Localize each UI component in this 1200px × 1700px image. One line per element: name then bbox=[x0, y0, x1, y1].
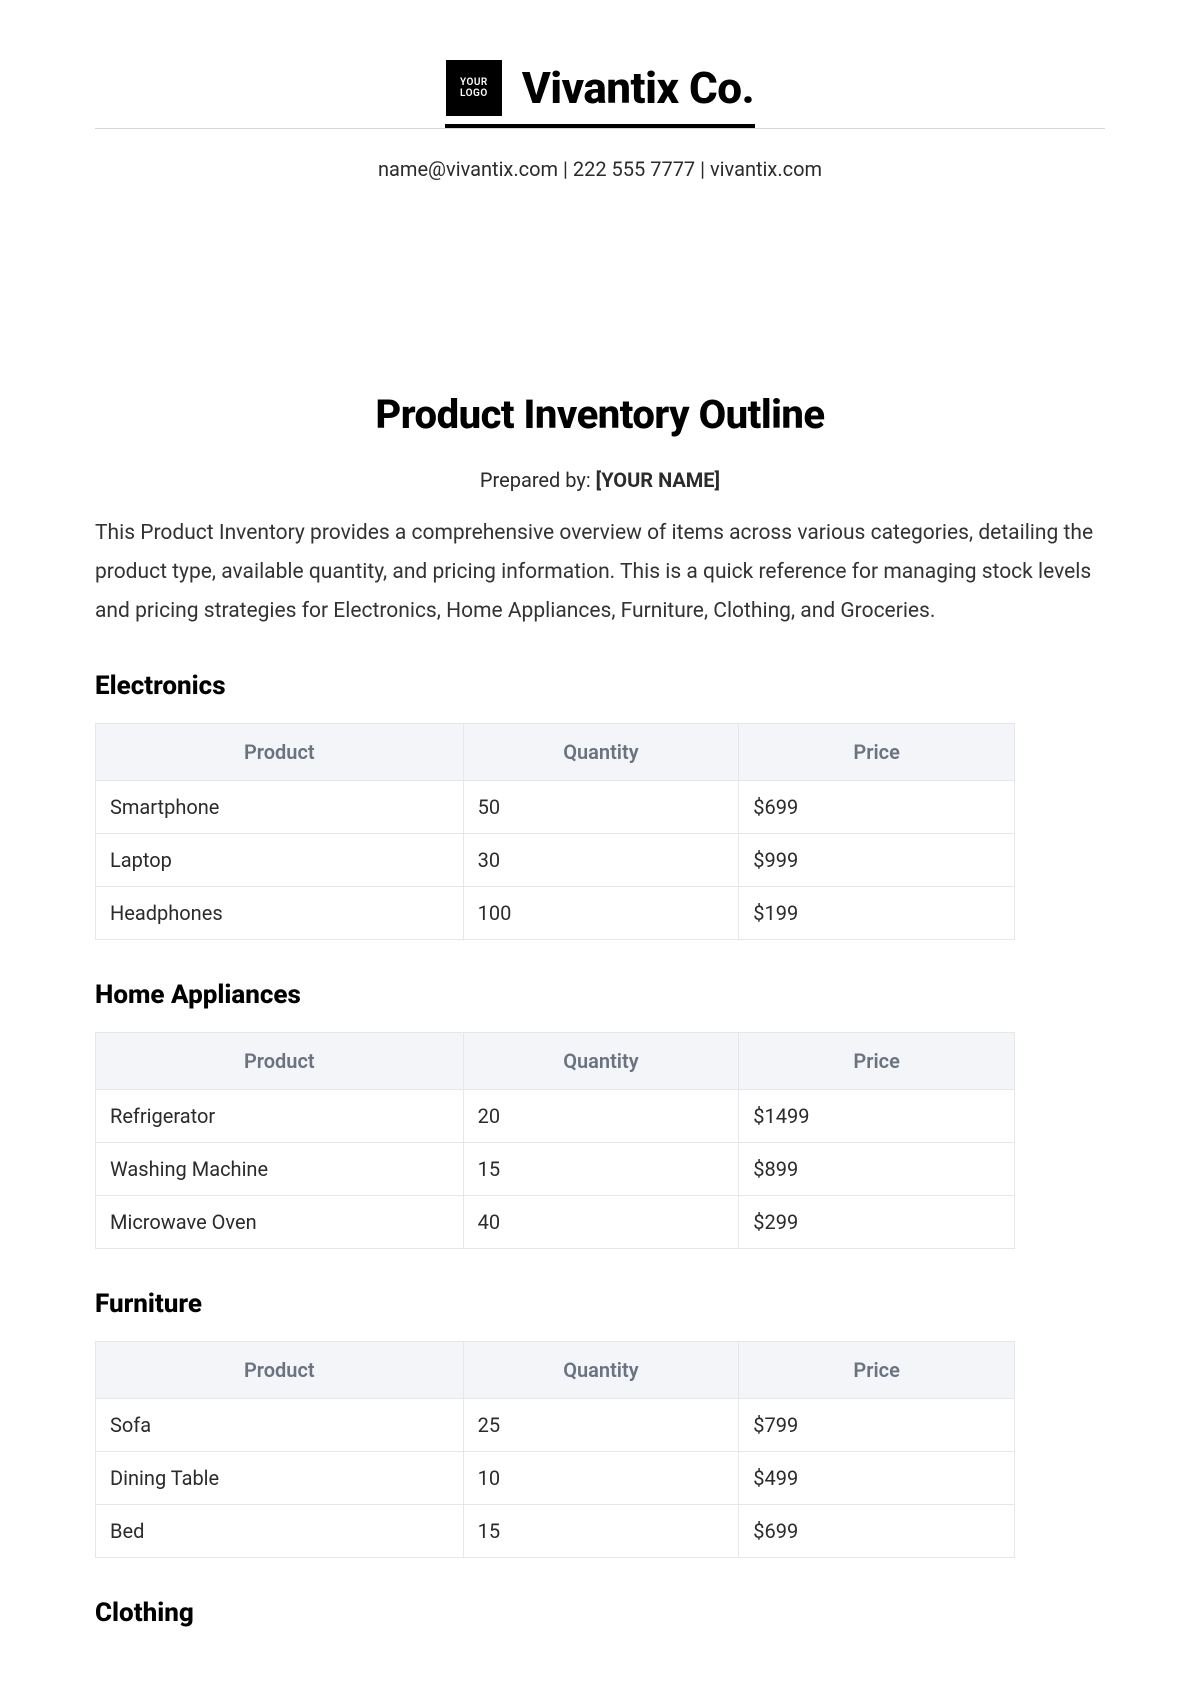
section-title: Electronics bbox=[95, 671, 1105, 701]
column-header-quantity: Quantity bbox=[463, 1032, 739, 1089]
cell-product: Refrigerator bbox=[96, 1089, 464, 1142]
logo-text-line1: YOUR bbox=[460, 77, 488, 88]
cell-price: $699 bbox=[739, 1504, 1015, 1557]
column-header-quantity: Quantity bbox=[463, 723, 739, 780]
contact-line: name@vivantix.com | 222 555 7777 | vivan… bbox=[378, 157, 822, 181]
cell-price: $699 bbox=[739, 780, 1015, 833]
cell-quantity: 50 bbox=[463, 780, 739, 833]
column-header-price: Price bbox=[739, 723, 1015, 780]
column-header-price: Price bbox=[739, 1032, 1015, 1089]
column-header-product: Product bbox=[96, 1032, 464, 1089]
cell-quantity: 25 bbox=[463, 1398, 739, 1451]
column-header-product: Product bbox=[96, 1341, 464, 1398]
table-row: Headphones100$199 bbox=[96, 886, 1015, 939]
inventory-table: ProductQuantityPriceSmartphone50$699Lapt… bbox=[95, 723, 1015, 940]
cell-price: $299 bbox=[739, 1195, 1015, 1248]
cell-price: $799 bbox=[739, 1398, 1015, 1451]
table-row: Refrigerator20$1499 bbox=[96, 1089, 1015, 1142]
cell-product: Dining Table bbox=[96, 1451, 464, 1504]
table-row: Bed15$699 bbox=[96, 1504, 1015, 1557]
cell-product: Bed bbox=[96, 1504, 464, 1557]
cell-quantity: 100 bbox=[463, 886, 739, 939]
cell-price: $499 bbox=[739, 1451, 1015, 1504]
cell-quantity: 30 bbox=[463, 833, 739, 886]
table-row: Microwave Oven40$299 bbox=[96, 1195, 1015, 1248]
cell-price: $199 bbox=[739, 886, 1015, 939]
header-top: YOUR LOGO Vivantix Co. bbox=[446, 60, 754, 116]
document-title: Product Inventory Outline bbox=[95, 391, 1105, 438]
table-row: Washing Machine15$899 bbox=[96, 1142, 1015, 1195]
table-row: Dining Table10$499 bbox=[96, 1451, 1015, 1504]
header-divider bbox=[95, 128, 1105, 129]
section-title: Clothing bbox=[95, 1598, 1105, 1628]
cell-product: Headphones bbox=[96, 886, 464, 939]
cell-quantity: 40 bbox=[463, 1195, 739, 1248]
inventory-table: ProductQuantityPriceRefrigerator20$1499W… bbox=[95, 1032, 1015, 1249]
intro-paragraph: This Product Inventory provides a compre… bbox=[95, 514, 1105, 631]
cell-quantity: 10 bbox=[463, 1451, 739, 1504]
cell-quantity: 15 bbox=[463, 1142, 739, 1195]
cell-product: Microwave Oven bbox=[96, 1195, 464, 1248]
column-header-price: Price bbox=[739, 1341, 1015, 1398]
cell-quantity: 20 bbox=[463, 1089, 739, 1142]
page: YOUR LOGO Vivantix Co. name@vivantix.com… bbox=[0, 0, 1200, 1690]
company-name: Vivantix Co. bbox=[522, 62, 754, 114]
cell-price: $999 bbox=[739, 833, 1015, 886]
inventory-section: FurnitureProductQuantityPriceSofa25$799D… bbox=[95, 1289, 1105, 1558]
section-title: Furniture bbox=[95, 1289, 1105, 1319]
table-row: Laptop30$999 bbox=[96, 833, 1015, 886]
cell-product: Smartphone bbox=[96, 780, 464, 833]
table-row: Sofa25$799 bbox=[96, 1398, 1015, 1451]
prepared-by-label: Prepared by: bbox=[480, 468, 596, 492]
cell-quantity: 15 bbox=[463, 1504, 739, 1557]
cell-price: $899 bbox=[739, 1142, 1015, 1195]
table-header-row: ProductQuantityPrice bbox=[96, 1341, 1015, 1398]
table-header-row: ProductQuantityPrice bbox=[96, 1032, 1015, 1089]
inventory-section: Home AppliancesProductQuantityPriceRefri… bbox=[95, 980, 1105, 1249]
prepared-by-name: [YOUR NAME] bbox=[596, 468, 720, 492]
column-header-product: Product bbox=[96, 723, 464, 780]
logo-text-line2: LOGO bbox=[460, 88, 488, 99]
section-title: Home Appliances bbox=[95, 980, 1105, 1010]
column-header-quantity: Quantity bbox=[463, 1341, 739, 1398]
table-row: Smartphone50$699 bbox=[96, 780, 1015, 833]
cell-price: $1499 bbox=[739, 1089, 1015, 1142]
prepared-by-line: Prepared by: [YOUR NAME] bbox=[95, 468, 1105, 492]
cell-product: Washing Machine bbox=[96, 1142, 464, 1195]
logo-placeholder: YOUR LOGO bbox=[446, 60, 502, 116]
cell-product: Laptop bbox=[96, 833, 464, 886]
cell-product: Sofa bbox=[96, 1398, 464, 1451]
inventory-section: ElectronicsProductQuantityPriceSmartphon… bbox=[95, 671, 1105, 940]
table-header-row: ProductQuantityPrice bbox=[96, 723, 1015, 780]
inventory-section: Clothing bbox=[95, 1598, 1105, 1628]
sections-container: ElectronicsProductQuantityPriceSmartphon… bbox=[95, 671, 1105, 1628]
inventory-table: ProductQuantityPriceSofa25$799Dining Tab… bbox=[95, 1341, 1015, 1558]
document-header: YOUR LOGO Vivantix Co. name@vivantix.com… bbox=[95, 60, 1105, 181]
